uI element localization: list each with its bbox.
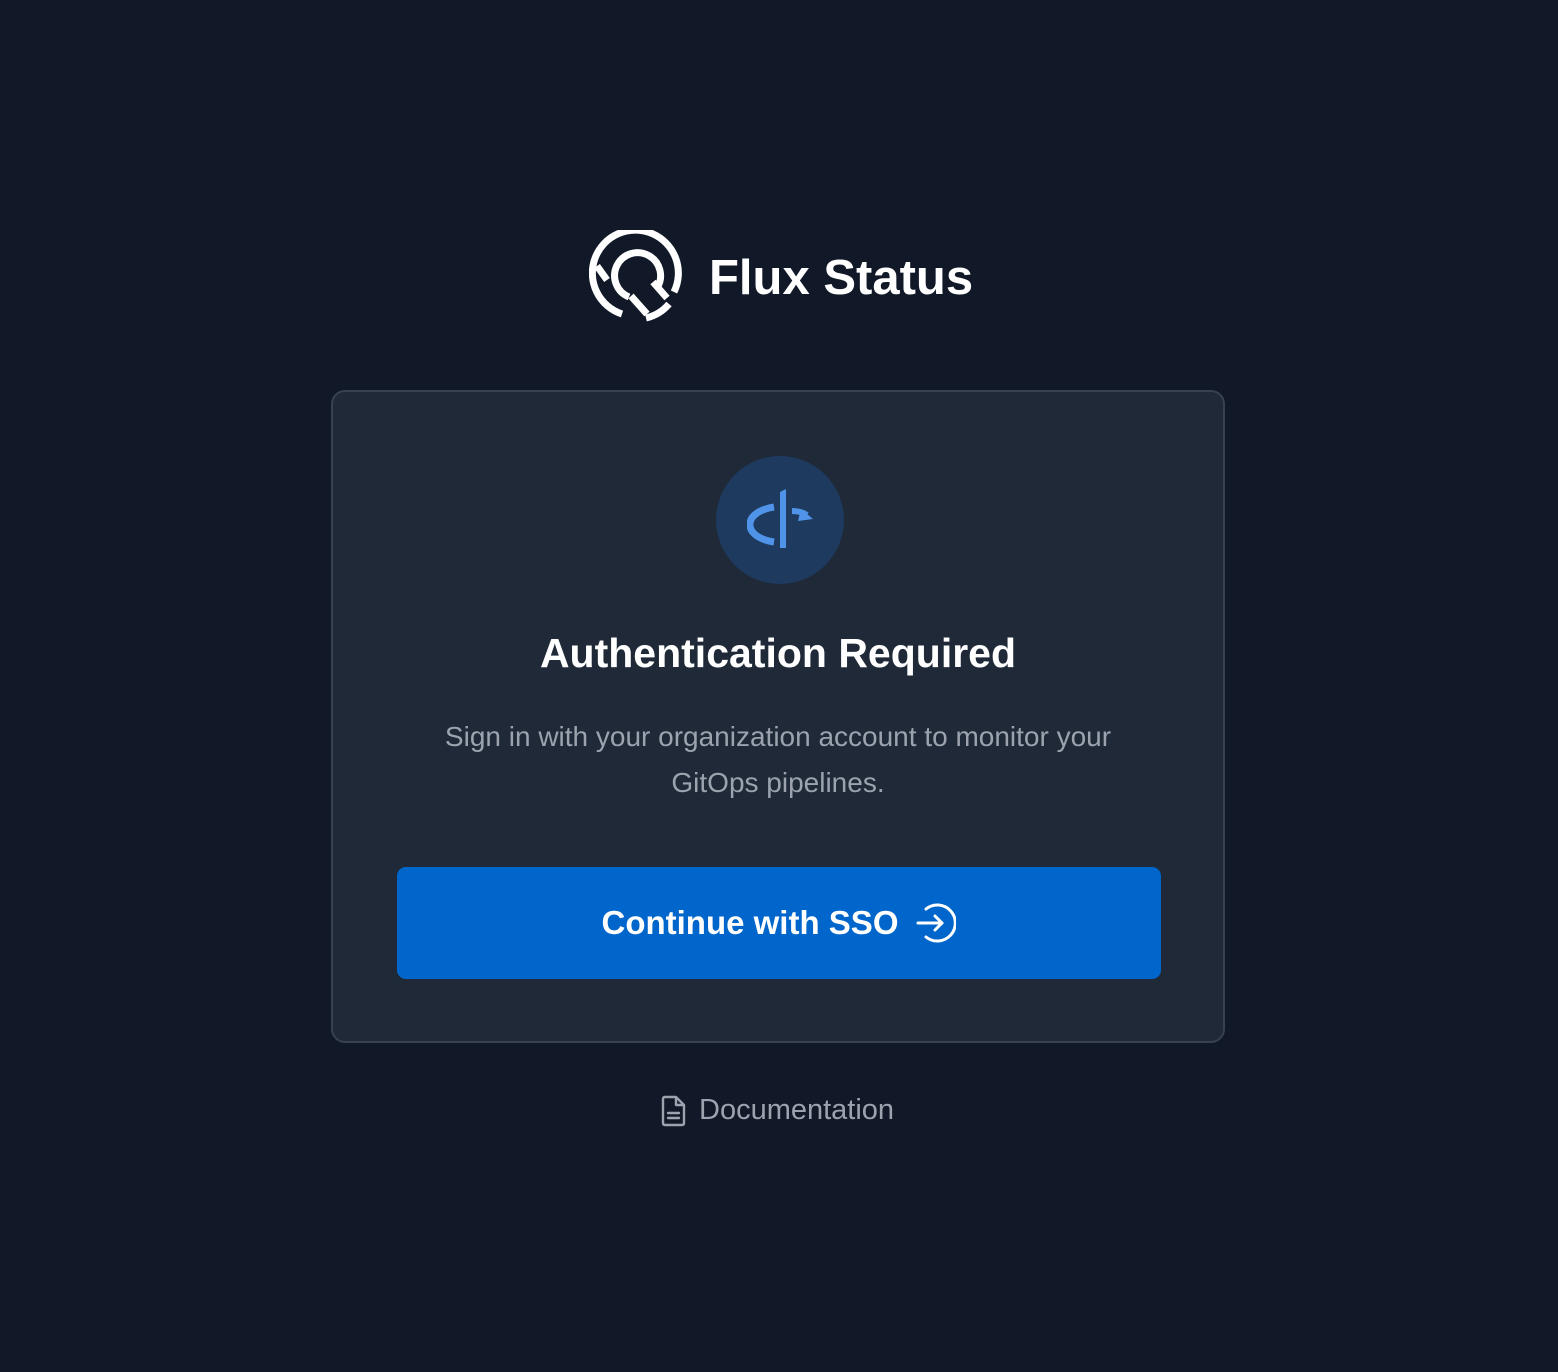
auth-subtitle: Sign in with your organization account t… (444, 721, 1112, 798)
documentation-label: Documentation (699, 1094, 895, 1126)
continue-with-sso-button[interactable]: Continue with SSO (397, 867, 1161, 979)
app-title: Flux Status (709, 251, 974, 305)
documentation-link[interactable]: Documentation (661, 1094, 894, 1127)
login-page: Flux Status Authentication Required Sign… (0, 0, 1558, 1372)
openid-icon (746, 488, 813, 553)
sso-button-label: Continue with SSO (601, 904, 899, 941)
provider-badge (716, 456, 844, 584)
brand-header: Flux Status (589, 230, 973, 326)
sign-in-arrow-icon (914, 902, 957, 944)
auth-title: Authentication Required (539, 630, 1017, 676)
flux-logo-icon (589, 230, 685, 326)
document-icon (661, 1095, 687, 1127)
auth-card: Authentication Required Sign in with you… (331, 390, 1225, 1043)
